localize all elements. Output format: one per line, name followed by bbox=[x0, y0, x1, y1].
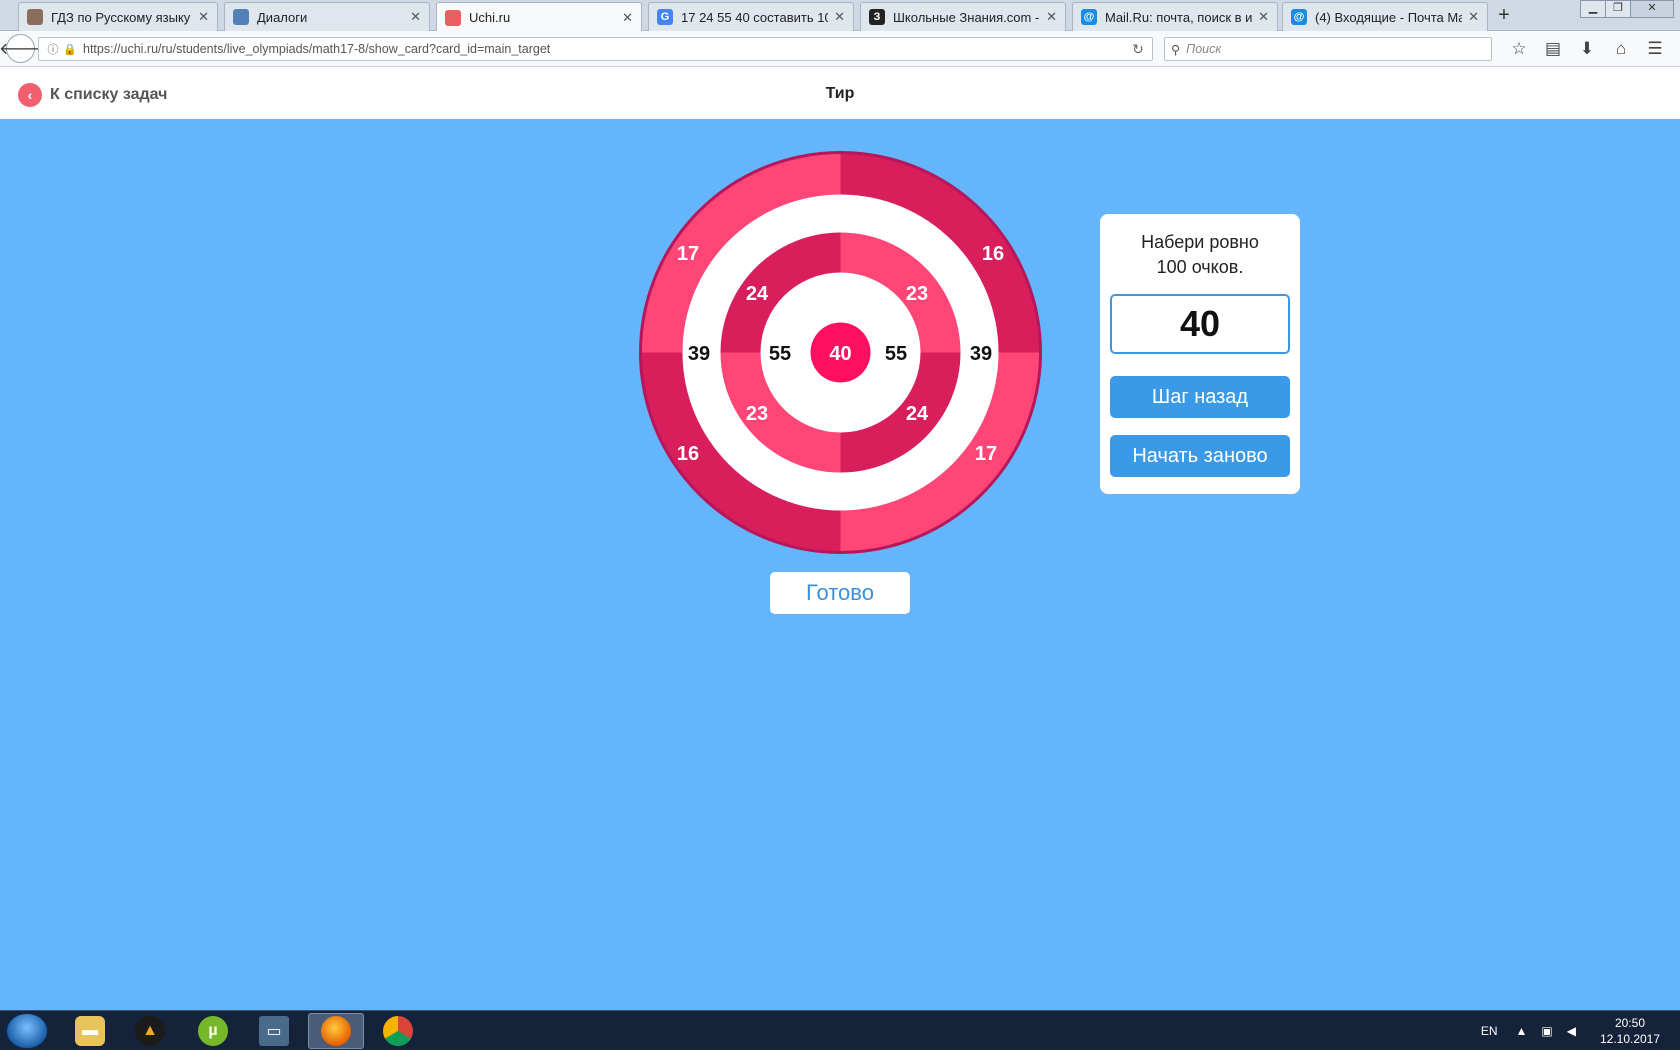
inner-ring-top-right-label: 23 bbox=[906, 283, 928, 305]
tab-close-icon[interactable]: ✕ bbox=[834, 9, 845, 25]
tab-title: (4) Входящие - Почта Mail.R bbox=[1315, 9, 1463, 25]
info-icon[interactable]: ⓘ bbox=[43, 41, 63, 57]
network-icon[interactable]: ▣ bbox=[1541, 1024, 1552, 1038]
browser-tab-uchi[interactable]: Uchi.ru ✕ bbox=[436, 2, 642, 32]
reload-icon[interactable]: ↻ bbox=[1124, 41, 1152, 58]
download-icon[interactable]: ⬇ bbox=[1570, 39, 1604, 59]
search-icon: ⚲ bbox=[1171, 42, 1181, 57]
menu-icon[interactable]: ☰ bbox=[1638, 39, 1672, 59]
center-ring-right-label: 55 bbox=[885, 343, 907, 365]
tray-expand-icon[interactable]: ▲ bbox=[1516, 1024, 1528, 1038]
score-panel: Набери ровно 100 очков. 40 Шаг назад Нач… bbox=[1100, 214, 1300, 494]
white-ring-right-label: 39 bbox=[970, 343, 992, 365]
language-indicator[interactable]: EN bbox=[1481, 1024, 1498, 1038]
tab-title: ГДЗ по Русскому языку за 8 bbox=[51, 9, 192, 25]
tab-title: Диалоги bbox=[257, 9, 308, 25]
tab-close-icon[interactable]: ✕ bbox=[622, 10, 633, 26]
new-tab-button[interactable]: + bbox=[1492, 4, 1516, 27]
outer-ring-bottom-right-label: 17 bbox=[975, 443, 997, 465]
reading-list-icon[interactable]: ▤ bbox=[1536, 39, 1570, 59]
target-svg: 17 16 16 17 39 39 24 23 23 24 55 55 40 bbox=[639, 151, 1042, 554]
tab-close-icon[interactable]: ✕ bbox=[1468, 9, 1479, 25]
firefox-icon bbox=[321, 1016, 351, 1046]
window-controls: ▁ ❐ ✕ bbox=[1580, 0, 1674, 18]
browser-tab-mailru[interactable]: @ Mail.Ru: почта, поиск в инте ✕ bbox=[1072, 2, 1278, 31]
inner-ring-bottom-left-label: 23 bbox=[746, 403, 768, 425]
outer-ring-top-right-label: 16 bbox=[982, 243, 1004, 265]
tab-close-icon[interactable]: ✕ bbox=[1258, 9, 1269, 25]
taskbar-monitor-app[interactable]: ▭ bbox=[246, 1013, 302, 1049]
aimp-player-icon: ▲ bbox=[135, 1016, 165, 1046]
inner-ring-bottom-right-label: 24 bbox=[906, 403, 929, 425]
browser-nav-bar: 🡐 ⓘ 🔒 https://uchi.ru/ru/students/live_o… bbox=[0, 31, 1680, 67]
mailru-favicon-icon: @ bbox=[1291, 9, 1307, 25]
tab-title: Uchi.ru bbox=[469, 10, 511, 25]
search-placeholder: Поиск bbox=[1186, 42, 1222, 56]
taskbar-firefox[interactable] bbox=[308, 1013, 364, 1049]
step-back-button[interactable]: Шаг назад bbox=[1110, 376, 1290, 418]
taskbar-chrome[interactable] bbox=[370, 1013, 426, 1049]
bookmark-star-icon[interactable]: ☆ bbox=[1502, 39, 1536, 59]
tab-title: Школьные Знания.com - Ре bbox=[893, 9, 1040, 25]
minimize-icon[interactable]: ▁ bbox=[1580, 0, 1606, 18]
restart-button[interactable]: Начать заново bbox=[1110, 435, 1290, 477]
clock-date: 12.10.2017 bbox=[1599, 1032, 1661, 1046]
inner-ring-top-left-label: 24 bbox=[746, 283, 769, 305]
browser-tab-strip: ГДЗ по Русскому языку за 8 ✕ Диалоги ✕ U… bbox=[0, 0, 1680, 32]
vk-favicon-icon bbox=[233, 9, 249, 25]
volume-icon[interactable]: ◀ bbox=[1567, 1024, 1576, 1038]
clock-time: 20:50 bbox=[1614, 1016, 1646, 1030]
windows-start-icon[interactable] bbox=[6, 1013, 48, 1049]
monitor-app-icon: ▭ bbox=[259, 1016, 289, 1046]
bullseye-label: 40 bbox=[829, 343, 851, 365]
search-input[interactable]: ⚲ Поиск bbox=[1164, 37, 1492, 61]
white-ring-left-label: 39 bbox=[688, 343, 710, 365]
clock[interactable]: 20:50 12.10.2017 bbox=[1590, 1015, 1670, 1047]
task-instruction-line: 100 очков. bbox=[1156, 257, 1244, 277]
browser-tab-google[interactable]: G 17 24 55 40 составить 100 оч ✕ bbox=[648, 2, 854, 31]
browser-tab-dialogi[interactable]: Диалоги ✕ bbox=[224, 2, 430, 31]
chrome-icon bbox=[383, 1016, 413, 1046]
system-tray: EN ▲ ▣ ◀ 20:50 12.10.2017 bbox=[1481, 1011, 1680, 1050]
page-header: ‹ К списку задач Тир bbox=[0, 67, 1680, 119]
center-ring-left-label: 55 bbox=[769, 343, 791, 365]
task-instruction: Набери ровно 100 очков. bbox=[1100, 230, 1300, 280]
mailru-favicon-icon: @ bbox=[1081, 9, 1097, 25]
browser-toolbar: ☆ ▤ ⬇ ⌂ ☰ bbox=[1502, 39, 1672, 59]
outer-ring-top-left-label: 17 bbox=[677, 243, 699, 265]
znanija-favicon-icon: З bbox=[869, 9, 885, 25]
taskbar-explorer[interactable]: ▬ bbox=[62, 1013, 118, 1049]
taskbar-aimp[interactable]: ▲ bbox=[122, 1013, 178, 1049]
gdz-favicon-icon bbox=[27, 9, 43, 25]
folder-icon: ▬ bbox=[75, 1016, 105, 1046]
taskbar-utorrent[interactable]: µ bbox=[185, 1013, 241, 1049]
target-board: 17 16 16 17 39 39 24 23 23 24 55 55 40 bbox=[638, 150, 1043, 555]
page-title: Тир bbox=[825, 85, 855, 102]
address-bar[interactable]: ⓘ 🔒 https://uchi.ru/ru/students/live_oly… bbox=[38, 37, 1153, 61]
lock-icon: 🔒 bbox=[63, 43, 77, 56]
browser-tab-znanija[interactable]: З Школьные Знания.com - Ре ✕ bbox=[860, 2, 1066, 31]
maximize-icon[interactable]: ❐ bbox=[1605, 0, 1631, 18]
uchi-favicon-icon bbox=[445, 9, 461, 26]
browser-back-button[interactable]: 🡐 bbox=[0, 34, 42, 63]
tab-title: Mail.Ru: почта, поиск в инте bbox=[1105, 9, 1253, 25]
utorrent-icon: µ bbox=[198, 1016, 228, 1046]
task-instruction-line: Набери ровно bbox=[1141, 232, 1259, 252]
tab-close-icon[interactable]: ✕ bbox=[198, 9, 209, 25]
current-score: 40 bbox=[1110, 294, 1290, 354]
browser-tab-gdz[interactable]: ГДЗ по Русскому языку за 8 ✕ bbox=[18, 2, 218, 31]
tab-close-icon[interactable]: ✕ bbox=[1046, 9, 1057, 25]
done-button[interactable]: Готово bbox=[770, 572, 910, 614]
close-window-icon[interactable]: ✕ bbox=[1630, 0, 1674, 18]
browser-tab-mail-inbox[interactable]: @ (4) Входящие - Почта Mail.R ✕ bbox=[1282, 2, 1488, 31]
google-favicon-icon: G bbox=[657, 9, 673, 25]
os-taskbar: ▬ ▲ µ ▭ EN ▲ ▣ ◀ 20:50 12.10.2017 bbox=[0, 1010, 1680, 1050]
tab-title: 17 24 55 40 составить 100 оч bbox=[681, 9, 829, 25]
url-text[interactable]: https://uchi.ru/ru/students/live_olympia… bbox=[83, 42, 1124, 56]
outer-ring-bottom-left-label: 16 bbox=[677, 443, 699, 465]
home-icon[interactable]: ⌂ bbox=[1604, 39, 1638, 59]
tab-close-icon[interactable]: ✕ bbox=[410, 9, 421, 25]
